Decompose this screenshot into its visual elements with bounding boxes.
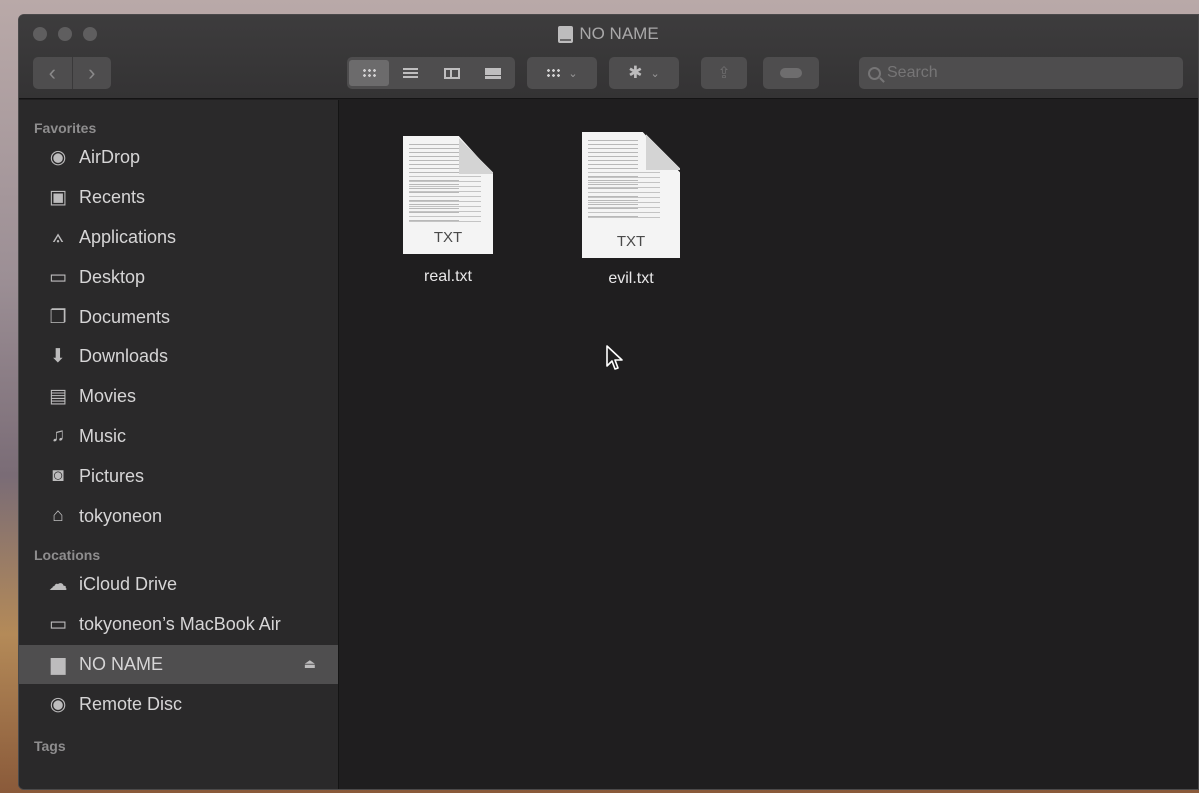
external-disk-icon: ▆ (50, 653, 66, 675)
column-view-icon (443, 67, 460, 79)
file-name: evil.txt (608, 270, 654, 287)
gear-icon: ✱ (628, 63, 643, 82)
back-button[interactable]: ‹ (33, 57, 73, 89)
chevron-right-icon: › (88, 60, 96, 85)
sidebar-item-label: Movies (79, 386, 137, 407)
recents-icon: ▣ (49, 187, 67, 209)
chevron-down-icon: ⌄ (568, 67, 578, 80)
sidebar-item-macbook[interactable]: ▭ tokyoneon’s MacBook Air (19, 605, 338, 645)
chevron-left-icon: ‹ (48, 60, 56, 85)
sidebar-item-remote-disc[interactable]: ◉ Remote Disc (19, 684, 338, 724)
sidebar-item-applications[interactable]: ⟑ Applications (19, 218, 338, 258)
file-type-label: TXT (616, 233, 646, 250)
search-input[interactable] (887, 64, 1167, 82)
search-field[interactable] (859, 57, 1183, 89)
finder-window: NO NAME ‹ › ⌄ ✱ ⌄ ⇪ Search Favorites ◉ A… (18, 14, 1199, 790)
eject-icon[interactable]: ⏏ (304, 656, 316, 672)
sidebar: Favorites ◉ AirDrop ▣ Recents ⟑ Applicat… (19, 100, 339, 789)
navigation-buttons: ‹ › (33, 57, 111, 89)
sidebar-item-music[interactable]: ♫ Music (19, 417, 338, 457)
tags-heading: Tags (34, 738, 66, 755)
sidebar-item-label: iCloud Drive (79, 574, 178, 595)
sidebar-item-home[interactable]: ⌂ tokyoneon (19, 496, 338, 536)
applications-icon: ⟑ (52, 226, 64, 248)
locations-heading: Locations (34, 546, 101, 563)
desktop-icon: ▭ (49, 266, 67, 288)
sidebar-item-label: Recents (79, 187, 146, 208)
action-menu-button[interactable]: ✱ ⌄ (609, 57, 679, 89)
sidebar-item-label: Remote Disc (79, 693, 183, 714)
sidebar-item-label: AirDrop (79, 147, 141, 168)
sidebar-item-downloads[interactable]: ⬇ Downloads (19, 337, 338, 377)
sidebar-item-desktop[interactable]: ▭ Desktop (19, 257, 338, 297)
group-by-button[interactable]: ⌄ (527, 57, 597, 89)
laptop-icon: ▭ (49, 614, 67, 636)
sidebar-item-label: tokyoneon (79, 505, 163, 526)
tag-button[interactable] (763, 57, 819, 89)
forward-button[interactable]: › (73, 57, 112, 89)
cloud-icon: ☁ (48, 574, 68, 596)
sidebar-item-label: Pictures (79, 465, 145, 486)
tag-icon (780, 68, 802, 78)
disc-icon: ◉ (49, 693, 67, 715)
window-title: NO NAME (19, 24, 1198, 44)
sidebar-item-no-name[interactable]: ▆ NO NAME ⏏ (19, 644, 338, 685)
sidebar-item-label: Desktop (79, 266, 146, 287)
sidebar-item-pictures[interactable]: ◙ Pictures (19, 456, 338, 496)
text-file-icon: TXT (582, 132, 680, 258)
title-bar[interactable]: NO NAME ‹ › ⌄ ✱ ⌄ ⇪ (19, 15, 1198, 99)
sidebar-item-label: Applications (79, 226, 177, 247)
sidebar-item-label: Documents (79, 306, 171, 327)
chevron-down-icon: ⌄ (650, 67, 660, 80)
share-button[interactable]: ⇪ (701, 57, 747, 89)
list-view-button[interactable] (391, 60, 431, 86)
sidebar-item-label: Music (79, 425, 127, 446)
sidebar-item-movies[interactable]: ▤ Movies (19, 377, 338, 417)
sidebar-item-airdrop[interactable]: ◉ AirDrop (19, 138, 338, 178)
file-item[interactable]: TXT evil.txt (571, 132, 691, 288)
icon-view-button[interactable] (349, 60, 389, 86)
music-icon: ♫ (50, 425, 66, 447)
movies-icon: ▤ (49, 386, 67, 408)
downloads-icon: ⬇ (50, 346, 66, 368)
sidebar-item-label: Downloads (79, 346, 169, 367)
home-icon: ⌂ (52, 505, 64, 527)
sidebar-item-documents[interactable]: ❐ Documents (19, 297, 338, 337)
sidebar-item-label: NO NAME (79, 653, 164, 674)
gallery-view-icon (485, 67, 502, 79)
share-icon: ⇪ (717, 65, 731, 82)
icon-view-icon (361, 68, 376, 78)
column-view-button[interactable] (432, 60, 472, 86)
pictures-icon: ◙ (52, 465, 64, 487)
window-title-text: NO NAME (579, 24, 659, 43)
file-type-label: TXT (433, 229, 463, 246)
favorites-heading: Favorites (34, 120, 97, 136)
gallery-view-button[interactable] (474, 60, 514, 86)
documents-icon: ❐ (49, 306, 67, 328)
list-view-icon (402, 67, 418, 79)
group-grid-icon (546, 68, 561, 78)
file-browser-area[interactable]: TXT real.txt TXT evil.txt (340, 100, 1198, 789)
view-mode-selector (347, 57, 515, 89)
file-item[interactable]: TXT real.txt (388, 136, 508, 286)
sidebar-item-recents[interactable]: ▣ Recents (19, 178, 338, 218)
search-icon (868, 66, 881, 80)
text-file-icon: TXT (403, 136, 493, 254)
airdrop-icon: ◉ (49, 147, 67, 169)
sidebar-item-label: tokyoneon’s MacBook Air (79, 614, 281, 635)
file-name: real.txt (423, 268, 472, 285)
sidebar-item-icloud-drive[interactable]: ☁ iCloud Drive (19, 565, 338, 605)
external-disk-icon (558, 25, 574, 43)
